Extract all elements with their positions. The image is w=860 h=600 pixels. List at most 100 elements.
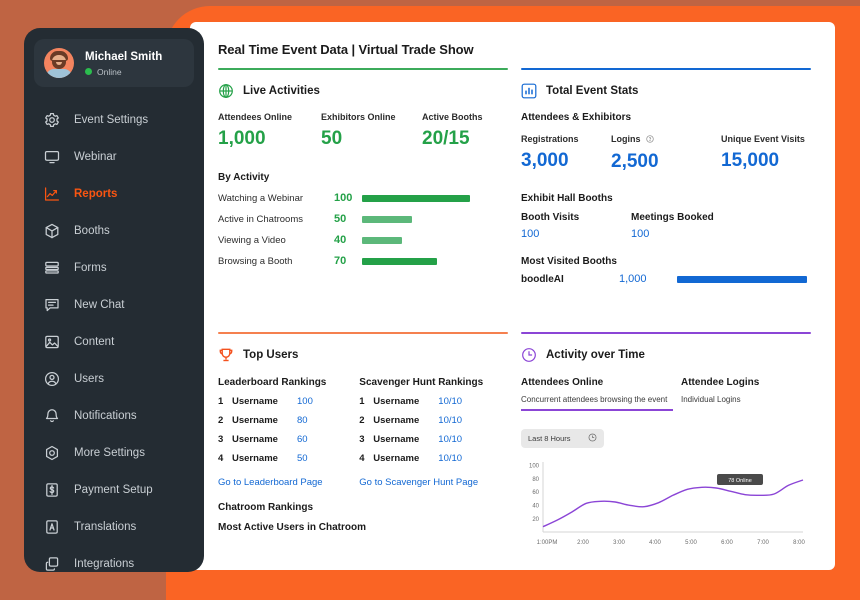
total-event-stats-metrics: Registrations3,000Logins 2,500Unique Eve… bbox=[521, 134, 811, 173]
rank-username: Username bbox=[232, 415, 290, 426]
scavenger-link[interactable]: Go to Scavenger Hunt Page bbox=[359, 477, 508, 488]
info-icon[interactable] bbox=[646, 135, 654, 145]
leaderboard-heading: Leaderboard Rankings bbox=[218, 377, 359, 388]
sidebar-item-new-chat[interactable]: New Chat bbox=[24, 286, 204, 323]
sidebar-item-label: Event Settings bbox=[74, 114, 148, 126]
leaderboard-link[interactable]: Go to Leaderboard Page bbox=[218, 477, 359, 488]
sidebar-item-more-settings[interactable]: More Settings bbox=[24, 434, 204, 471]
sidebar-item-content[interactable]: Content bbox=[24, 323, 204, 360]
sidebar-item-webinar[interactable]: Webinar bbox=[24, 138, 204, 175]
profile-status: Online bbox=[85, 67, 162, 77]
rank-username: Username bbox=[232, 453, 290, 464]
most-visited-row: boodleAI1,000 bbox=[521, 273, 811, 285]
activity-row: Active in Chatrooms50 bbox=[218, 213, 508, 225]
sidebar-item-label: Notifications bbox=[74, 410, 137, 422]
metric-meetings-booked: Meetings Booked 100 bbox=[631, 212, 771, 240]
sidebar-item-reports[interactable]: Reports bbox=[24, 175, 204, 212]
active-tab-underline bbox=[521, 409, 673, 411]
sidebar-item-label: Reports bbox=[74, 188, 117, 200]
activity-row: Viewing a Video40 bbox=[218, 234, 508, 246]
panel-title-activity-over-time: Activity over Time bbox=[546, 349, 645, 361]
metric-label: Booth Visits bbox=[521, 212, 631, 223]
metric-label: Meetings Booked bbox=[631, 212, 771, 223]
rank-username: Username bbox=[373, 453, 431, 464]
sidebar-item-booths[interactable]: Booths bbox=[24, 212, 204, 249]
chart-tooltip-label: 78 Online bbox=[728, 478, 752, 484]
panel-total-event-stats: Total Event Stats Attendees & Exhibitors… bbox=[521, 68, 811, 285]
panel-title-live-activities: Live Activities bbox=[243, 85, 320, 97]
rank-index: 1 bbox=[218, 396, 225, 407]
ranking-row: 3Username10/10 bbox=[359, 434, 508, 445]
main-content: Real Time Event Data | Virtual Trade Sho… bbox=[190, 22, 835, 570]
metric-value: 100 bbox=[521, 228, 631, 240]
sidebar-item-users[interactable]: Users bbox=[24, 360, 204, 397]
y-tick-label: 100 bbox=[529, 464, 540, 470]
x-tick-label: 8:00 bbox=[793, 540, 805, 546]
tab-attendee-logins[interactable]: Attendee Logins Individual Logins bbox=[681, 377, 811, 411]
exhibit-hall-metrics: Booth Visits100Meetings Booked100 bbox=[521, 212, 811, 240]
activity-row: Watching a Webinar100 bbox=[218, 192, 508, 204]
panel-live-activities: Live Activities Attendees Online1,000Exh… bbox=[218, 68, 508, 267]
clock-small-icon bbox=[588, 433, 597, 444]
by-activity-list: Watching a Webinar100 Active in Chatrooms… bbox=[218, 192, 508, 267]
rank-username: Username bbox=[373, 396, 431, 407]
metric-label: Logins bbox=[611, 134, 721, 145]
activity-bar bbox=[362, 258, 437, 265]
scavenger-rows: 1Username10/102Username10/103Username10/… bbox=[359, 396, 508, 464]
activity-bar bbox=[362, 237, 402, 244]
sidebar-item-event-settings[interactable]: Event Settings bbox=[24, 101, 204, 138]
rank-username: Username bbox=[232, 434, 290, 445]
sidebar-item-integrations[interactable]: Integrations bbox=[24, 545, 204, 572]
metric-registrations: Registrations3,000 bbox=[521, 134, 611, 173]
rank-score: 80 bbox=[297, 415, 308, 426]
rank-index: 3 bbox=[218, 434, 225, 445]
profile-card[interactable]: Michael Smith Online bbox=[34, 39, 194, 87]
sidebar-item-forms[interactable]: Forms bbox=[24, 249, 204, 286]
leaderboard-column: Leaderboard Rankings 1Username1002Userna… bbox=[218, 377, 359, 488]
divider-green bbox=[218, 68, 508, 70]
globe-icon bbox=[218, 83, 234, 99]
ranking-row: 4Username50 bbox=[218, 453, 359, 464]
attendee-logins-sub: Individual Logins bbox=[681, 395, 811, 404]
metric-exhibitors-online: Exhibitors Online50 bbox=[321, 112, 422, 150]
activity-label: Active in Chatrooms bbox=[218, 214, 334, 225]
time-range-selector[interactable]: Last 8 Hours bbox=[521, 429, 604, 448]
y-tick-label: 80 bbox=[532, 477, 539, 483]
divider-orange bbox=[218, 332, 508, 334]
scavenger-heading: Scavenger Hunt Rankings bbox=[359, 377, 508, 388]
sidebar-item-translations[interactable]: Translations bbox=[24, 508, 204, 545]
booth-name: boodleAI bbox=[521, 274, 619, 285]
rank-index: 4 bbox=[359, 453, 366, 464]
most-visited-list: boodleAI1,000 bbox=[521, 273, 811, 285]
dollar-box-icon bbox=[44, 482, 60, 498]
metric-unique-event-visits: Unique Event Visits15,000 bbox=[721, 134, 811, 173]
sidebar-item-payment-setup[interactable]: Payment Setup bbox=[24, 471, 204, 508]
activity-bar bbox=[362, 216, 412, 223]
x-tick-label: 5:00 bbox=[685, 540, 697, 546]
sidebar-item-label: Translations bbox=[74, 521, 136, 533]
attendees-exhibitors-heading: Attendees & Exhibitors bbox=[521, 112, 811, 123]
activity-value: 40 bbox=[334, 234, 362, 246]
attendee-logins-heading: Attendee Logins bbox=[681, 377, 811, 388]
tab-attendees-online[interactable]: Attendees Online Concurrent attendees br… bbox=[521, 377, 681, 411]
page-title: Real Time Event Data | Virtual Trade Sho… bbox=[218, 42, 474, 57]
activity-value: 100 bbox=[334, 192, 362, 204]
exhibit-hall-heading: Exhibit Hall Booths bbox=[521, 193, 811, 204]
x-tick-label: 1:00PM bbox=[537, 540, 558, 546]
online-dot-icon bbox=[85, 68, 92, 75]
activity-label: Viewing a Video bbox=[218, 235, 334, 246]
divider-purple bbox=[521, 332, 811, 334]
sidebar-item-label: Booths bbox=[74, 225, 110, 237]
metric-value: 100 bbox=[631, 228, 771, 240]
attendees-online-chart: 100806040201:00PM2:003:004:005:006:007:0… bbox=[521, 458, 811, 561]
chatroom-rankings-heading: Chatroom Rankings bbox=[218, 502, 508, 513]
layers-icon bbox=[44, 556, 60, 572]
forms-icon bbox=[44, 260, 60, 276]
leaderboard-rows: 1Username1002Username803Username604Usern… bbox=[218, 396, 359, 464]
metric-label: Active Booths bbox=[422, 112, 508, 122]
time-range-label: Last 8 Hours bbox=[528, 434, 571, 443]
booth-bar bbox=[677, 276, 807, 283]
sidebar-item-notifications[interactable]: Notifications bbox=[24, 397, 204, 434]
bar-chart-icon bbox=[521, 83, 537, 99]
scavenger-column: Scavenger Hunt Rankings 1Username10/102U… bbox=[359, 377, 508, 488]
